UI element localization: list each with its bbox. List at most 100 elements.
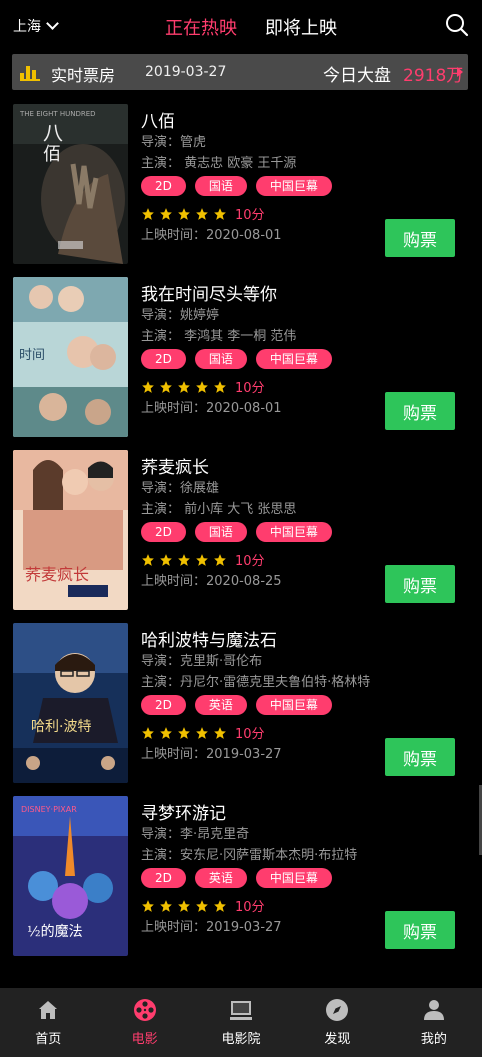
movie-title[interactable]: 寻梦环游记 — [141, 799, 226, 824]
star-icon — [214, 380, 226, 393]
nav-item-home[interactable]: 首页 — [0, 988, 96, 1057]
box-office-label: 实时票房 — [51, 66, 116, 85]
movie-director: 导演：管虎 — [141, 135, 207, 150]
rating-stars: 10分 — [141, 896, 265, 915]
svg-text:时间: 时间 — [19, 348, 45, 363]
star-icon — [214, 726, 226, 739]
box-office-date: 2019-03-27 — [145, 64, 227, 80]
release-date: 上映时间：2020-08-01 — [141, 228, 282, 243]
movie-item[interactable]: 八 佰 THE EIGHT HUNDRED 八佰 导演：管虎 主演： 黄志忠 欧… — [0, 104, 482, 264]
box-office-bar[interactable]: 实时票房 2019-03-27 今日大盘 2918万 — [12, 54, 468, 90]
screen-tag: 中国巨幕 — [255, 522, 332, 542]
movie-item[interactable]: 时间 我在时间尽头等你 导演：姚婷婷 主演： 李鸿其 李一桐 范伟 2D 国语 … — [0, 277, 482, 437]
compass-icon — [326, 999, 349, 1021]
svg-text:荞麦疯长: 荞麦疯长 — [25, 565, 89, 584]
star-icon — [160, 726, 172, 739]
buy-ticket-button[interactable]: 购票 — [385, 911, 455, 949]
city-label: 上海 — [13, 19, 41, 35]
format-tag: 2D — [141, 868, 186, 888]
rating-stars: 10分 — [141, 377, 265, 396]
movie-poster[interactable]: 八 佰 THE EIGHT HUNDRED — [13, 104, 128, 264]
top-header: 上海 正在热映 即将上映 — [0, 0, 482, 50]
movie-tags: 2D 英语 中国巨幕 — [141, 868, 332, 888]
svg-text:DISNEY·PIXAR: DISNEY·PIXAR — [21, 805, 77, 814]
chevron-right-icon — [457, 67, 463, 77]
nav-item-cinema[interactable]: 电影院 — [193, 988, 289, 1057]
buy-ticket-button[interactable]: 购票 — [385, 392, 455, 430]
today-total-value: 2918万 — [403, 66, 464, 86]
movie-poster[interactable]: 哈利·波特 — [13, 623, 128, 783]
star-icon — [196, 726, 208, 739]
movie-director: 导演：李·昂克里奇 — [141, 827, 250, 842]
movie-poster[interactable]: 时间 — [13, 277, 128, 437]
star-icon — [178, 726, 190, 739]
movie-item[interactable]: 荞麦疯长 荞麦疯长 导演：徐展雄 主演： 前小库 大飞 张思思 2D 国语 中国… — [0, 450, 482, 610]
movie-title[interactable]: 我在时间尽头等你 — [141, 280, 277, 305]
movie-tags: 2D 国语 中国巨幕 — [141, 176, 332, 196]
format-tag: 2D — [141, 522, 186, 542]
movie-item[interactable]: 哈利·波特 哈利波特与魔法石 导演：克里斯·哥伦布 主演：丹尼尔·雷德克里夫鲁伯… — [0, 623, 482, 783]
star-icon — [196, 207, 208, 220]
movie-director: 导演：姚婷婷 — [141, 308, 220, 323]
star-icon — [160, 380, 172, 393]
nav-item-discover[interactable]: 发现 — [289, 988, 385, 1057]
movie-score: 10分 — [235, 381, 265, 396]
movie-tags: 2D 英语 中国巨幕 — [141, 695, 332, 715]
svg-text:佰: 佰 — [43, 144, 61, 165]
movie-score: 10分 — [235, 208, 265, 223]
today-total-label: 今日大盘 — [323, 66, 391, 86]
release-date: 上映时间：2020-08-25 — [141, 574, 282, 589]
nav-label: 电影 — [131, 1032, 158, 1047]
language-tag: 国语 — [194, 349, 247, 369]
movie-score: 10分 — [235, 554, 265, 569]
tab-coming-soon[interactable]: 即将上映 — [265, 14, 337, 40]
movie-cast: 主演： 黄志忠 欧豪 王千源 — [141, 156, 297, 171]
movie-title[interactable]: 荞麦疯长 — [141, 453, 209, 478]
star-icon — [142, 207, 154, 220]
language-tag: 国语 — [194, 522, 247, 542]
city-selector[interactable]: 上海 — [13, 16, 59, 36]
star-icon — [142, 380, 154, 393]
buy-ticket-button[interactable]: 购票 — [385, 219, 455, 257]
star-icon — [160, 207, 172, 220]
bottom-nav: 首页 电影 电影院 发现 我的 — [0, 988, 482, 1057]
svg-text:哈利·波特: 哈利·波特 — [31, 719, 91, 735]
movie-director: 导演：徐展雄 — [141, 481, 220, 496]
search-icon[interactable] — [445, 13, 469, 37]
star-icon — [178, 380, 190, 393]
buy-ticket-button[interactable]: 购票 — [385, 738, 455, 776]
home-icon — [39, 1001, 58, 1019]
screen-tag: 中国巨幕 — [255, 176, 332, 196]
star-icon — [142, 899, 154, 912]
release-date: 上映时间：2019-03-27 — [141, 920, 282, 935]
movie-item[interactable]: ½的魔法 DISNEY·PIXAR 寻梦环游记 导演：李·昂克里奇 主演：安东尼… — [0, 796, 482, 956]
nav-item-movies[interactable]: 电影 — [96, 988, 192, 1057]
language-tag: 英语 — [194, 868, 247, 888]
movie-title[interactable]: 八佰 — [141, 107, 175, 132]
format-tag: 2D — [141, 695, 186, 715]
rating-stars: 10分 — [141, 204, 265, 223]
tab-now-showing[interactable]: 正在热映 — [165, 14, 237, 40]
movie-director: 导演：克里斯·哥伦布 — [141, 654, 263, 669]
buy-ticket-button[interactable]: 购票 — [385, 565, 455, 603]
screen-tag: 中国巨幕 — [255, 695, 332, 715]
star-icon — [160, 553, 172, 566]
movie-cast: 主演：安东尼·冈萨雷斯本杰明·布拉特 — [141, 848, 358, 863]
movie-tabs: 正在热映 即将上映 — [165, 14, 337, 40]
nav-item-profile[interactable]: 我的 — [386, 988, 482, 1057]
language-tag: 国语 — [194, 176, 247, 196]
user-icon — [423, 1000, 444, 1020]
star-icon — [178, 553, 190, 566]
star-icon — [178, 899, 190, 912]
star-icon — [142, 726, 154, 739]
rating-stars: 10分 — [141, 723, 265, 742]
rating-stars: 10分 — [141, 550, 265, 569]
star-icon — [196, 899, 208, 912]
movie-poster[interactable]: ½的魔法 DISNEY·PIXAR — [13, 796, 128, 956]
bar-chart-icon — [20, 63, 40, 81]
movie-title[interactable]: 哈利波特与魔法石 — [141, 626, 277, 651]
movie-poster[interactable]: 荞麦疯长 — [13, 450, 128, 610]
star-icon — [160, 899, 172, 912]
release-date: 上映时间：2019-03-27 — [141, 747, 282, 762]
language-tag: 英语 — [194, 695, 247, 715]
